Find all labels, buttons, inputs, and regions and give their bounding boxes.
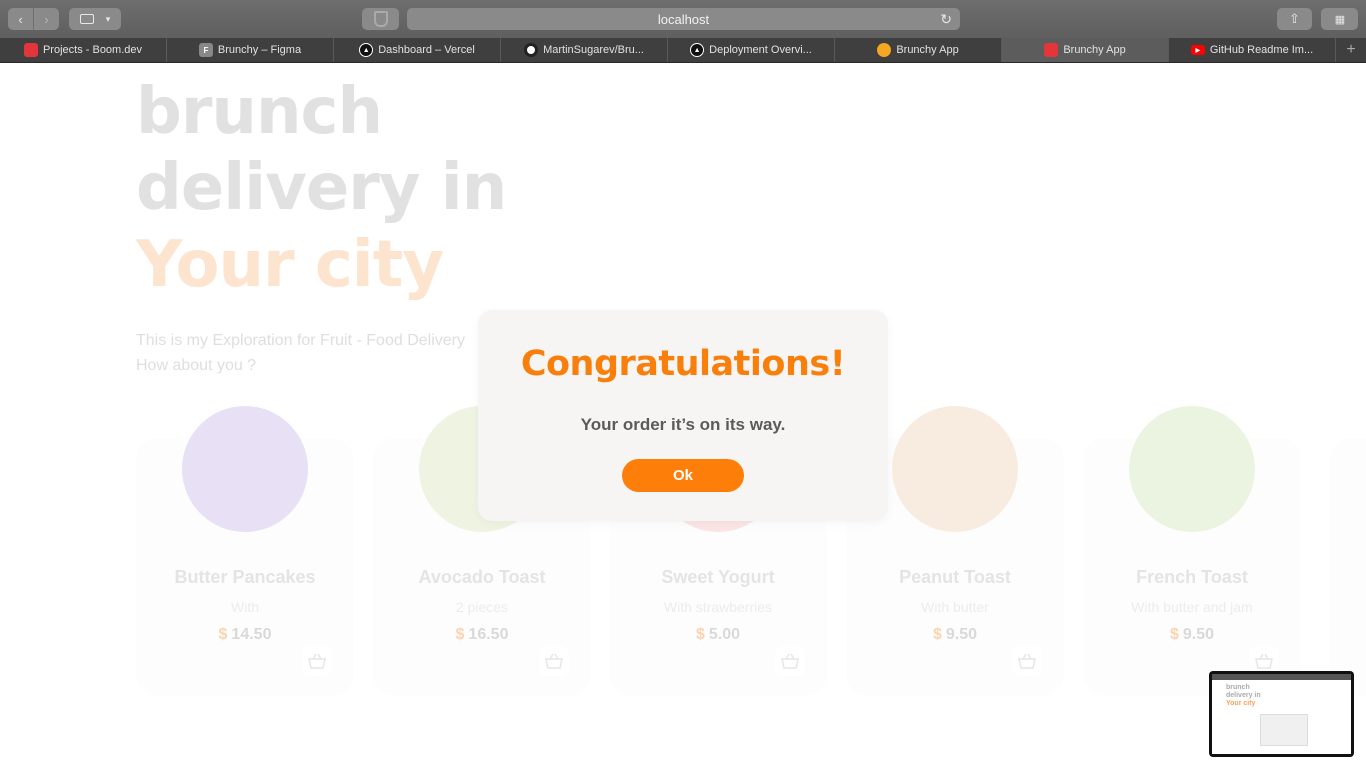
product-description: With strawberries <box>663 599 773 615</box>
tab-label: Deployment Overvi... <box>709 44 812 56</box>
french-toast-image <box>1129 406 1255 532</box>
currency-symbol: $ <box>455 626 465 643</box>
privacy-report-button[interactable] <box>362 8 399 30</box>
browser-tab[interactable]: Projects - Boom.dev <box>0 38 167 62</box>
url-text: localhost <box>657 11 710 27</box>
browser-tab[interactable]: ▲ Deployment Overvi... <box>668 38 835 62</box>
product-name: French Toast <box>1136 567 1248 587</box>
hero-subtitle: This is my Exploration for Fruit - Food … <box>136 332 465 374</box>
price-value: 5.00 <box>708 626 741 643</box>
chevron-down-icon: ▾ <box>105 13 111 24</box>
add-to-basket-button[interactable] <box>302 646 332 676</box>
youtube-icon: ▶ <box>1190 45 1205 55</box>
F-icon: F <box>198 43 213 57</box>
pancakes-image <box>182 406 308 532</box>
history-nav: ‹ › <box>8 8 59 30</box>
reload-icon[interactable]: ↻ <box>940 11 952 28</box>
tab-overview-button[interactable]: ▦ <box>1321 8 1358 30</box>
tab-label: Brunchy App <box>896 44 959 56</box>
tab-label: GitHub Readme Im... <box>1209 44 1314 56</box>
tab-label: Dashboard – Vercel <box>378 44 475 56</box>
product-name: Butter Pancakes <box>174 567 316 587</box>
browser-toolbar: ‹ › ▾ localhost ↻ ⇧ ▦ <box>0 0 1366 39</box>
currency-symbol: $ <box>932 626 942 643</box>
ok-button[interactable]: Ok <box>622 459 744 492</box>
new-tab-button[interactable]: + <box>1336 38 1366 62</box>
thumbnail-browser-bar <box>1212 674 1351 680</box>
currency-symbol: $ <box>695 626 705 643</box>
add-to-basket-button[interactable] <box>539 646 569 676</box>
basket-icon <box>1018 653 1036 669</box>
modal-message: Your order it’s on its way. <box>580 415 786 434</box>
thumbnail-line-3: Your city <box>1226 700 1256 707</box>
product-price: $9.50 <box>846 626 1064 644</box>
product-description: 2 pieces <box>455 599 509 615</box>
thumbnail-modal <box>1260 714 1308 746</box>
basket-icon <box>545 653 563 669</box>
hero-line-1: brunch <box>136 75 383 149</box>
tab-label: Brunchy – Figma <box>217 44 302 56</box>
share-button[interactable]: ⇧ <box>1277 8 1312 30</box>
screenshot-thumbnail[interactable]: brunch delivery in Your city <box>1209 671 1354 757</box>
thumbnail-preview: brunch delivery in Your city <box>1212 674 1351 754</box>
product-card[interactable]: French Toast With butter and jam $9.50 <box>1083 406 1301 696</box>
github-icon <box>524 43 539 57</box>
pancake-icon <box>877 43 892 57</box>
hero-line-2: delivery in <box>136 151 507 225</box>
tab-bar: Projects - Boom.dev F Brunchy – Figma ▲ Dash… <box>0 38 1366 63</box>
currency-symbol: $ <box>218 626 228 643</box>
address-bar[interactable]: localhost ↻ <box>407 8 960 30</box>
vercel-icon: ▲ <box>690 43 705 57</box>
price-value: 9.50 <box>1182 626 1215 643</box>
browser-tab[interactable]: MartinSugarev/Bru... <box>501 38 668 62</box>
product-price: $16.50 <box>373 626 591 644</box>
product-name: Avocado Toast <box>418 567 546 587</box>
price-value: 16.50 <box>468 626 509 643</box>
add-to-basket-button[interactable] <box>775 646 805 676</box>
basket-icon <box>781 653 799 669</box>
vercel-icon: ▲ <box>359 43 374 57</box>
product-name: Sweet Yogurt <box>661 567 775 587</box>
product-card[interactable]: Butter Pancakes With $14.50 <box>136 406 354 696</box>
modal-title: Congratulations! <box>520 344 846 384</box>
basket-icon <box>308 653 326 669</box>
currency-symbol: $ <box>1169 626 1179 643</box>
tab-label: Brunchy App <box>1063 44 1126 56</box>
browser-tab[interactable]: Brunchy App <box>1002 38 1169 62</box>
tab-label: MartinSugarev/Bru... <box>543 44 644 56</box>
product-card-partial[interactable] <box>1330 438 1366 696</box>
back-button[interactable]: ‹ <box>8 8 33 30</box>
add-to-basket-button[interactable] <box>1012 646 1042 676</box>
forward-button[interactable]: › <box>33 8 59 30</box>
product-price: $9.50 <box>1083 626 1301 644</box>
price-value: 14.50 <box>231 626 272 643</box>
product-description: With butter <box>921 599 989 615</box>
browser-tab[interactable]: ▲ Dashboard – Vercel <box>334 38 501 62</box>
boom-icon <box>1044 43 1059 57</box>
tab-label: Projects - Boom.dev <box>42 44 143 56</box>
price-value: 9.50 <box>945 626 978 643</box>
product-description: With <box>231 599 259 615</box>
product-description: With butter and jam <box>1131 599 1253 615</box>
grid-icon: ▦ <box>1334 13 1345 26</box>
browser-tab[interactable]: ▶ GitHub Readme Im... <box>1169 38 1336 62</box>
product-price: $5.00 <box>609 626 827 644</box>
sidebar-icon <box>79 14 94 24</box>
product-name: Peanut Toast <box>899 567 1011 587</box>
thumbnail-line-1: brunch <box>1226 684 1250 691</box>
peanut-toast-image <box>892 406 1018 532</box>
product-price: $14.50 <box>136 626 354 644</box>
share-icon: ⇧ <box>1289 11 1300 26</box>
shield-icon <box>373 11 388 27</box>
thumbnail-line-2: delivery in <box>1226 692 1261 699</box>
browser-tab[interactable]: Brunchy App <box>835 38 1002 62</box>
browser-tab[interactable]: F Brunchy – Figma <box>167 38 334 62</box>
hero-line-3: Your city <box>136 228 444 302</box>
boom-icon <box>23 43 38 57</box>
sidebar-toggle-button[interactable]: ▾ <box>69 8 121 30</box>
basket-icon <box>1255 653 1273 669</box>
order-confirmation-modal: Congratulations! Your order it’s on its … <box>478 310 888 521</box>
